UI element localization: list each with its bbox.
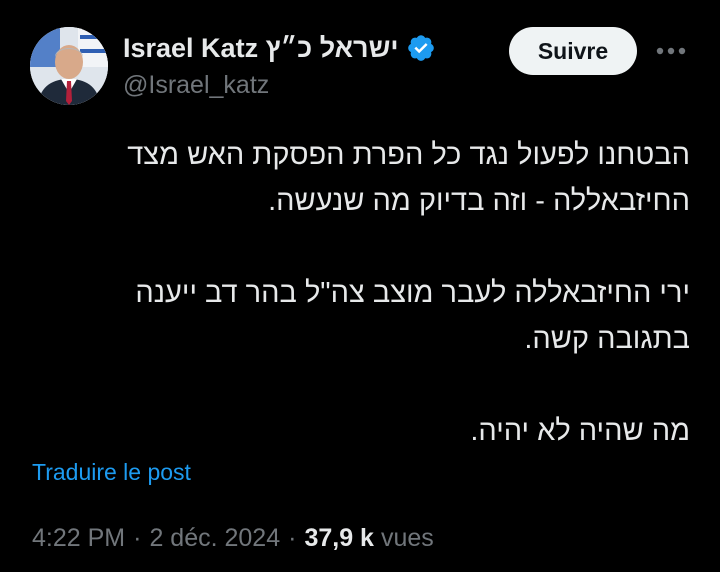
meta-separator: ·	[288, 524, 297, 552]
translate-post-link[interactable]: Traduire le post	[32, 459, 191, 486]
views-label: vues	[380, 524, 434, 552]
meta-separator: ·	[133, 524, 142, 552]
post-time[interactable]: 4:22 PM	[32, 524, 125, 553]
tweet-text-line: בתגובה קשה.	[524, 323, 690, 355]
author-name-row: ישראל כ״ץ Israel Katz	[123, 30, 436, 66]
tweet-text-line: החיזבאללה - וזה בדיוק מה שנעשה.	[268, 185, 690, 217]
verified-badge-icon[interactable]	[406, 33, 436, 63]
profile-photo	[30, 27, 108, 105]
follow-button[interactable]: Suivre	[509, 27, 637, 75]
tweet-text-line: ירי החיזבאללה לעבר מוצב צה"ל בהר דב ייענ…	[135, 277, 690, 309]
post-date[interactable]: 2 déc. 2024	[149, 524, 280, 553]
tweet-text-line: הבטחנו לפעול נגד כל הפרת הפסקת האש מצד	[127, 139, 690, 171]
tweet-text-line: מה שהיה לא יהיה.	[470, 415, 690, 447]
author-handle[interactable]: @Israel_katz	[123, 71, 269, 100]
more-options-button[interactable]	[651, 36, 691, 66]
avatar[interactable]	[30, 27, 108, 105]
tweet-text: הבטחנו לפעול נגד כל הפרת הפסקת האש מצד ה…	[30, 132, 690, 454]
more-horizontal-icon	[656, 47, 686, 55]
views-count: 37,9 k	[304, 524, 374, 552]
author-display-name[interactable]: ישראל כ״ץ Israel Katz	[123, 33, 399, 64]
tweet-meta: 4:22 PM · 2 déc. 2024 · 37,9 k vues	[32, 524, 434, 553]
